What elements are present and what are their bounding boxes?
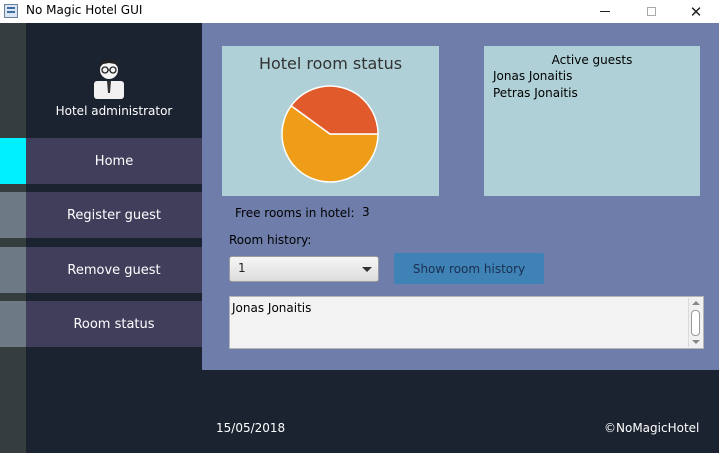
room-history-label: Room history: (229, 233, 312, 247)
sidebar-item-remove-guest[interactable]: Remove guest (26, 247, 202, 293)
nav-active-indicator (0, 138, 26, 184)
list-item: Petras Jonaitis (493, 86, 578, 100)
user-role-label: Hotel administrator (55, 104, 173, 118)
footer-date: 15/05/2018 (216, 421, 286, 435)
show-room-history-button[interactable]: Show room history (394, 253, 544, 284)
scroll-down-icon[interactable] (692, 340, 700, 344)
maximize-icon[interactable] (628, 0, 674, 23)
room-status-panel: Hotel room status (222, 46, 439, 196)
room-status-pie-chart (281, 85, 379, 183)
sidebar-indicator-strip (0, 23, 26, 453)
chevron-down-icon (362, 267, 372, 272)
vertical-scrollbar[interactable] (688, 298, 702, 347)
room-select-value: 1 (238, 261, 246, 275)
scroll-up-icon[interactable] (692, 301, 700, 305)
free-rooms-value: 3 (362, 205, 370, 219)
sidebar-item-register-guest[interactable]: Register guest (26, 192, 202, 238)
nav-indicator (0, 301, 26, 347)
scroll-thumb[interactable] (691, 310, 700, 336)
minimize-icon[interactable] (582, 0, 628, 23)
hotel-administrator-avatar-icon (94, 59, 124, 99)
close-icon[interactable]: ✕ (673, 0, 719, 23)
footer-copyright: ©NoMagicHotel (604, 421, 700, 435)
app-icon (4, 4, 18, 18)
room-select-dropdown[interactable]: 1 (229, 256, 379, 282)
list-item: Jonas Jonaitis (493, 69, 573, 83)
window-title: No Magic Hotel GUI (26, 3, 143, 17)
sidebar-item-home[interactable]: Home (26, 138, 202, 184)
active-guests-panel: Active guests Jonas Jonaitis Petras Jona… (484, 46, 700, 196)
nav-indicator (0, 247, 26, 293)
room-status-title: Hotel room status (258, 54, 403, 73)
free-rooms-label: Free rooms in hotel: (235, 206, 355, 220)
main-content: Hotel room status Active guests Jonas Jo… (202, 23, 719, 370)
nav-indicator (0, 192, 26, 238)
active-guests-title: Active guests (551, 53, 633, 67)
sidebar-item-room-status[interactable]: Room status (26, 301, 202, 347)
room-history-text: Jonas Jonaitis (232, 301, 312, 315)
window-titlebar: No Magic Hotel GUI ✕ (0, 0, 719, 23)
room-history-textarea[interactable]: Jonas Jonaitis (229, 296, 704, 349)
